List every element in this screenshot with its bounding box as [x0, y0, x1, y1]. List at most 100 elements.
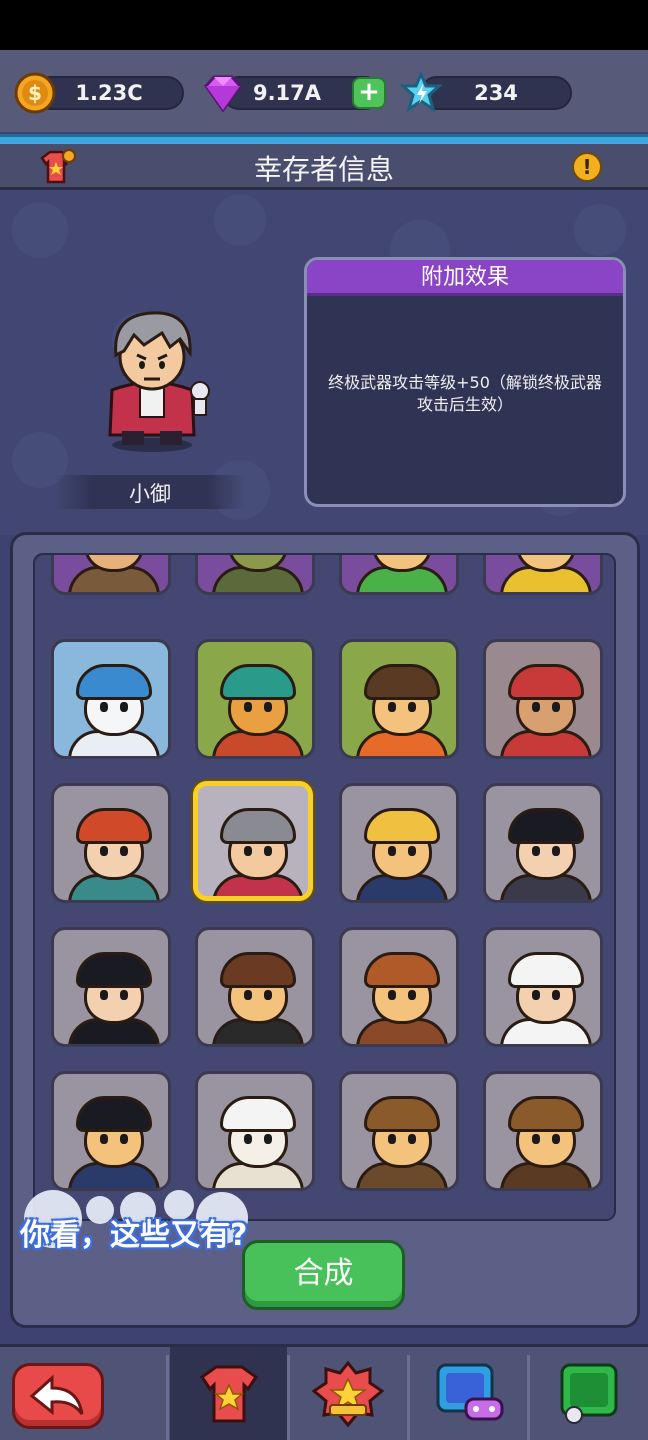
tab-devices[interactable]	[410, 1347, 527, 1440]
hero-name: 小御	[129, 482, 171, 506]
tab-badges[interactable]	[290, 1347, 407, 1440]
character-grid[interactable]	[33, 553, 616, 1221]
status-bar	[0, 0, 648, 50]
back-button[interactable]	[12, 1363, 104, 1429]
character-hair	[364, 1096, 440, 1132]
buy-gems-button[interactable]: +	[352, 77, 386, 109]
character-eye	[388, 846, 396, 856]
page-title: 幸存者信息	[253, 153, 394, 186]
character-eye	[264, 846, 272, 856]
character-eye	[388, 702, 396, 712]
character-hair	[220, 664, 296, 700]
purple-diamond-icon	[204, 75, 242, 113]
character-eye	[244, 702, 252, 712]
character-card-black-hair-prosecutor[interactable]	[51, 1071, 171, 1191]
character-hair	[76, 808, 152, 844]
character-eye	[244, 846, 252, 856]
currency-bar: 1.23C $ 9.17A + 234	[0, 50, 648, 132]
merge-button[interactable]: 合成	[242, 1240, 405, 1310]
gold-amount: 1.23C	[75, 81, 143, 105]
character-eye	[264, 990, 272, 1000]
gold-counter: 1.23C	[34, 76, 184, 110]
character-card-top-hat-gentleman[interactable]	[51, 927, 171, 1047]
character-hair	[76, 664, 152, 700]
character-eye	[264, 702, 272, 712]
character-eye	[552, 990, 560, 1000]
selected-hero-portrait	[108, 311, 210, 452]
character-hair	[220, 1096, 296, 1132]
character-card-dragon-mask[interactable]	[195, 639, 315, 759]
character-card-plaid-detective[interactable]	[339, 927, 459, 1047]
character-eye	[388, 990, 396, 1000]
character-eye	[408, 846, 416, 856]
character-card-red-cap-hero[interactable]	[483, 555, 603, 595]
character-eye	[532, 1134, 540, 1144]
character-eye	[100, 702, 108, 712]
bonus-effect-title: 附加效果	[307, 260, 623, 296]
character-eye	[408, 990, 416, 1000]
blue-star-icon	[400, 72, 442, 113]
character-eye	[532, 702, 540, 712]
character-eye	[552, 1134, 560, 1144]
character-hair	[220, 808, 296, 844]
character-card-deerstalker-detective-b[interactable]	[483, 1071, 603, 1191]
character-eye	[244, 1134, 252, 1144]
character-eye	[244, 990, 252, 1000]
character-card-brown-hair-hero[interactable]	[339, 639, 459, 759]
character-hair	[76, 952, 152, 988]
character-hair	[220, 952, 296, 988]
bonus-effect-panel: 附加效果 终极武器攻击等级+50（解锁终极武器攻击后生效）	[304, 257, 626, 507]
character-eye	[100, 846, 108, 856]
star-amount: 234	[474, 81, 518, 105]
tab-cards[interactable]	[530, 1347, 648, 1440]
character-hair	[76, 1096, 152, 1132]
star-counter: 234	[420, 76, 572, 110]
shirt-star-icon	[199, 1365, 259, 1423]
character-card-elf-archer[interactable]	[51, 783, 171, 903]
character-hair	[508, 664, 584, 700]
character-eye	[532, 846, 540, 856]
character-hair	[364, 808, 440, 844]
nav-divider	[166, 1355, 169, 1440]
character-card-bow-tie-kid[interactable]	[195, 927, 315, 1047]
caption-text: 你看，这些又有?	[20, 1218, 248, 1253]
header: 幸存者信息 !	[0, 144, 648, 190]
character-card-reindeer[interactable]	[483, 639, 603, 759]
character-card-dark-hair-lawyer[interactable]	[483, 783, 603, 903]
back-arrow-icon	[29, 1374, 84, 1416]
character-card-monocle-thief[interactable]	[483, 927, 603, 1047]
character-card-sunglasses-hero[interactable]	[51, 555, 171, 595]
badge-star-icon	[311, 1360, 385, 1428]
character-hair	[508, 1096, 584, 1132]
character-eye	[264, 1134, 272, 1144]
character-card-deerstalker-detective-a[interactable]	[339, 1071, 459, 1191]
character-card-ginger-hero[interactable]	[339, 555, 459, 595]
character-eye	[120, 846, 128, 856]
character-eye	[552, 846, 560, 856]
character-eye	[120, 702, 128, 712]
character-card-gasmask-soldier[interactable]	[195, 555, 315, 595]
character-hair	[508, 952, 584, 988]
bottom-nav	[0, 1344, 648, 1440]
character-card-blonde-lawyer[interactable]	[339, 783, 459, 903]
tablet-gamepad-icon	[436, 1363, 504, 1421]
character-hair	[364, 952, 440, 988]
character-card-rabbit-hat-professor[interactable]	[195, 1071, 315, 1191]
header-accent-line	[0, 134, 648, 144]
character-eye	[552, 702, 560, 712]
character-eye	[120, 1134, 128, 1144]
character-card-snowman[interactable]	[51, 639, 171, 759]
character-eye	[100, 990, 108, 1000]
character-hair	[508, 808, 584, 844]
gem-amount: 9.17A	[252, 81, 322, 105]
gold-coin-icon: $	[14, 72, 56, 114]
info-icon[interactable]: !	[572, 152, 602, 182]
survivor-info-screen: 1.23C $ 9.17A + 234 幸存者信息 ! 小御 附加效果 终极武器…	[0, 50, 648, 1440]
character-card-grey-hair-lawyer[interactable]	[193, 781, 313, 901]
character-eye	[408, 702, 416, 712]
tab-outfits[interactable]	[170, 1347, 287, 1440]
svg-text:$: $	[28, 81, 42, 105]
green-card-icon	[560, 1363, 618, 1424]
character-eye	[100, 1134, 108, 1144]
character-eye	[532, 990, 540, 1000]
